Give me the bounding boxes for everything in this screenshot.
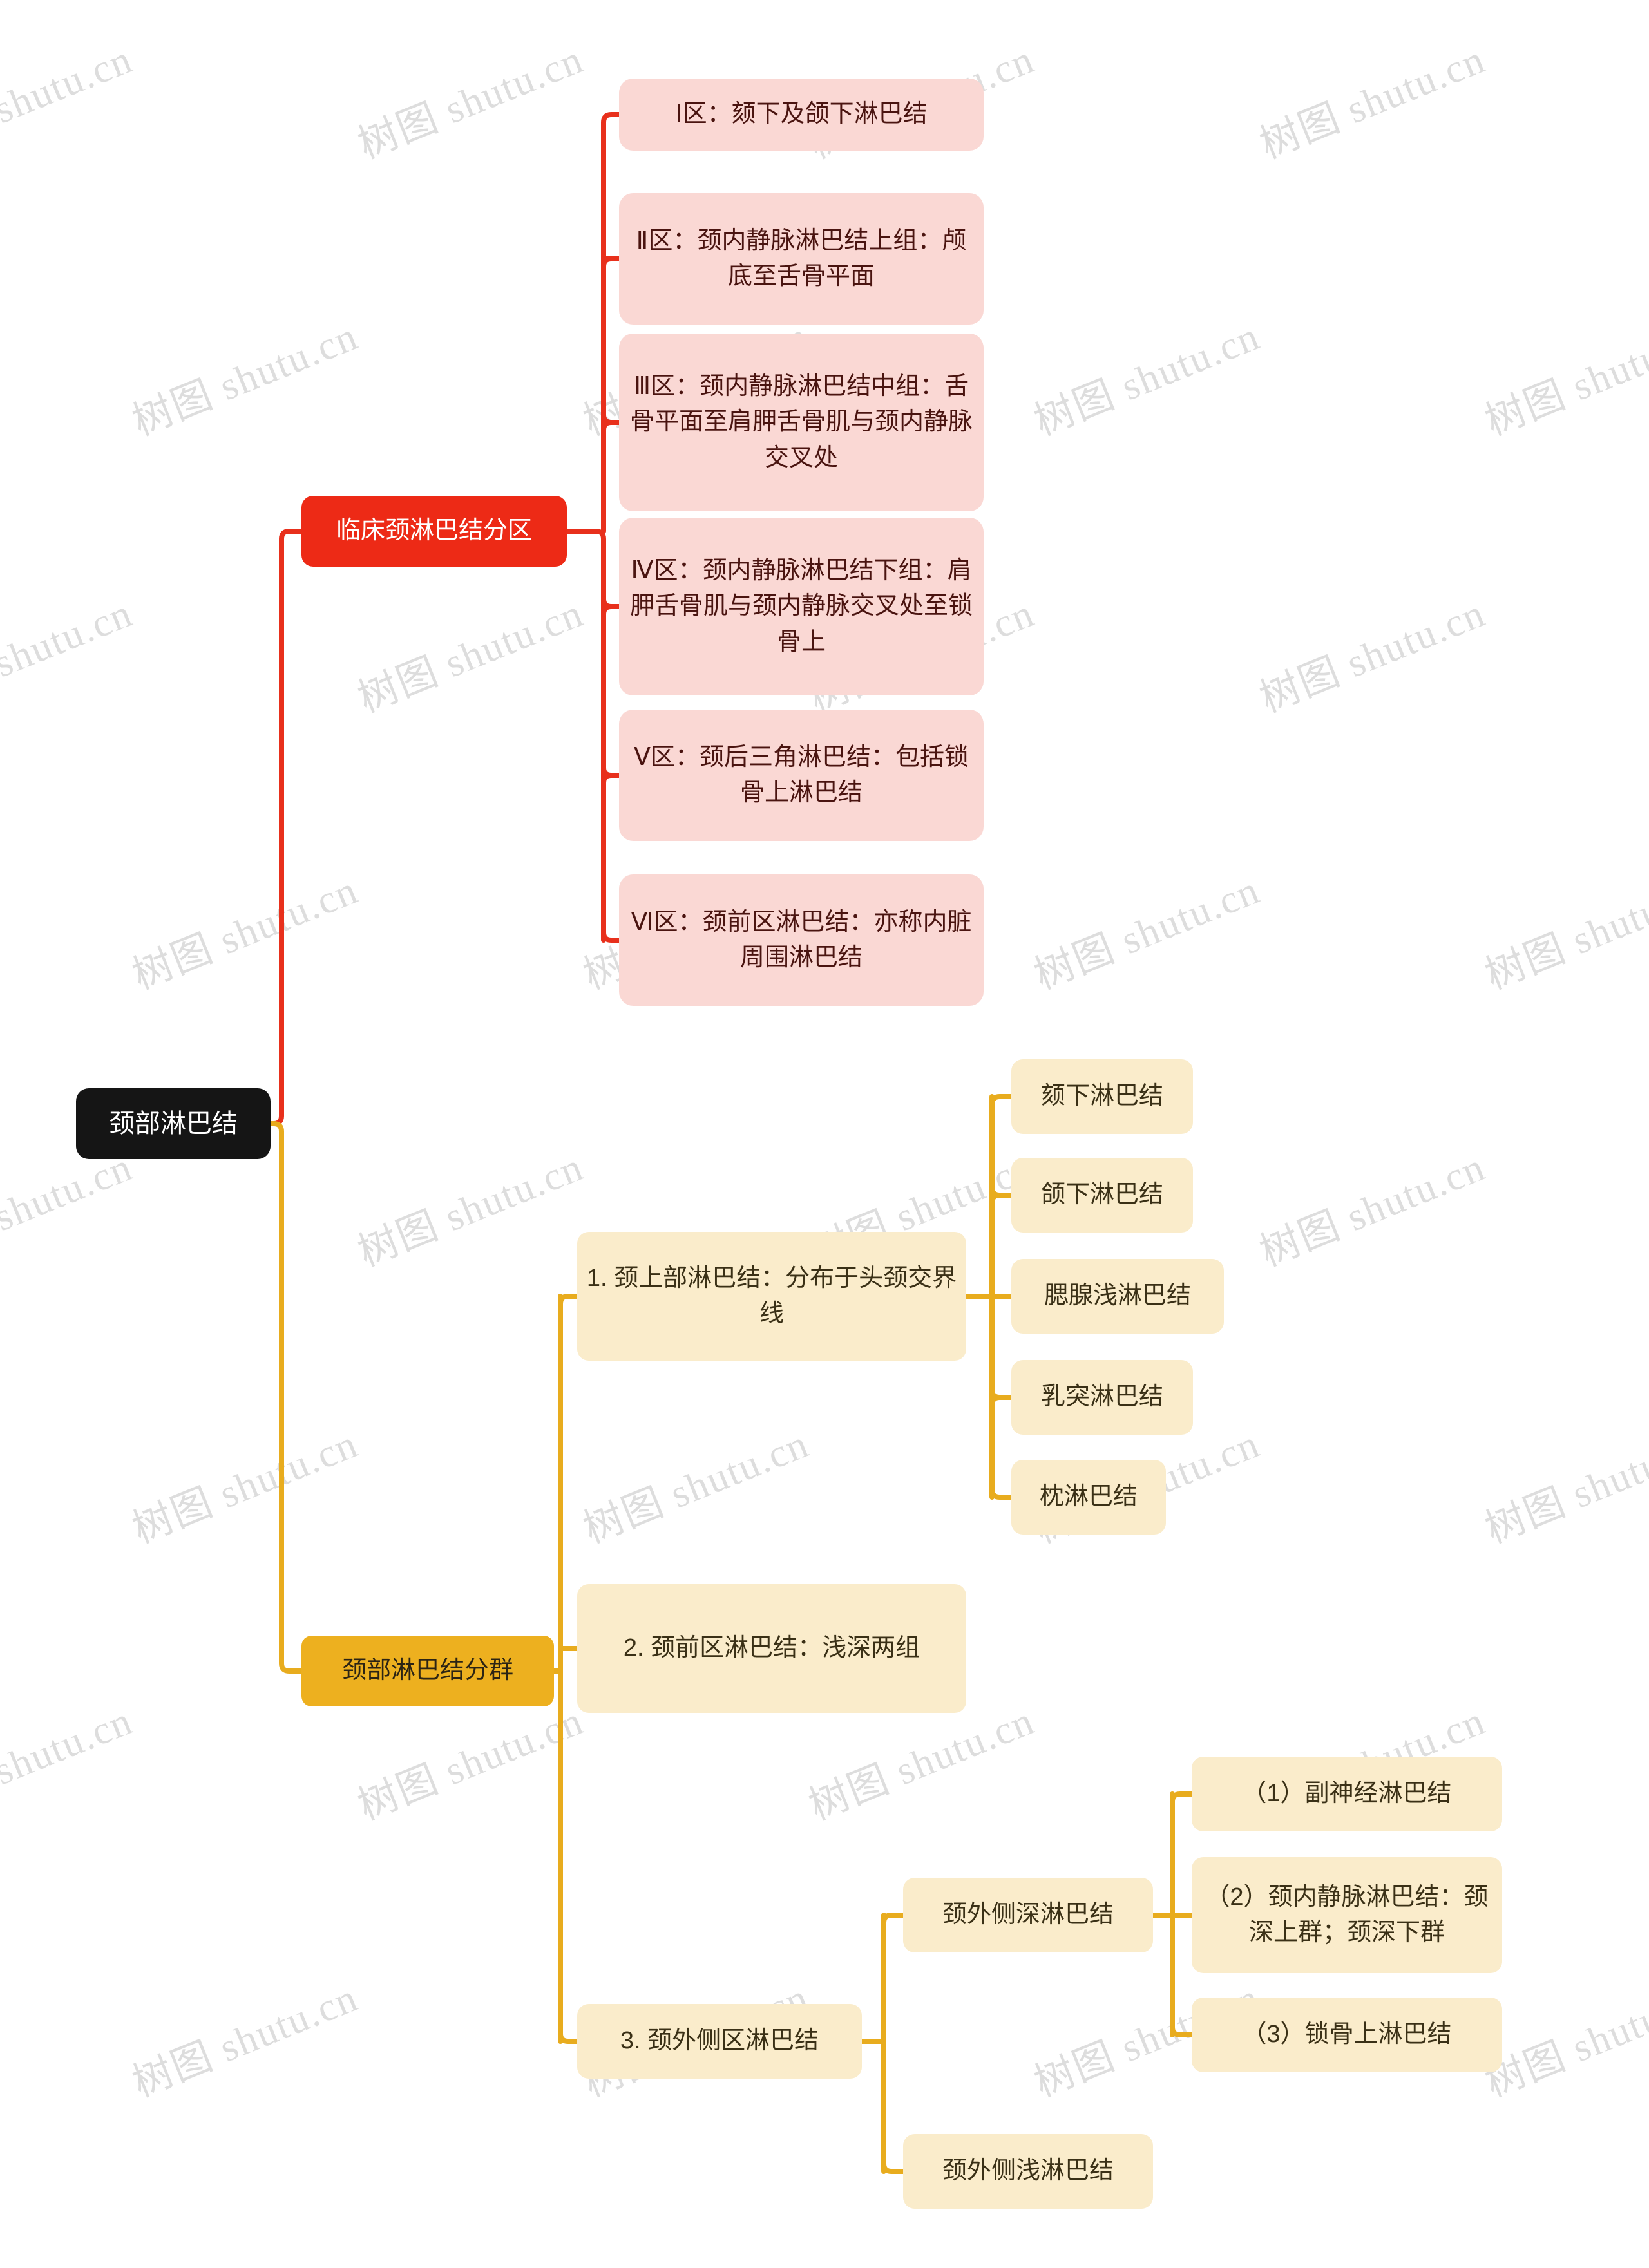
node-branch1-child-4[interactable]: Ⅳ区：颈内静脉淋巴结下组：肩胛舌骨肌与颈内静脉交叉处至锁骨上 xyxy=(619,518,984,695)
node-group1[interactable]: 1. 颈上部淋巴结：分布于头颈交界线 xyxy=(577,1232,966,1361)
node-branch1-child-6-label: Ⅵ区：颈前区淋巴结：亦称内脏周围淋巴结 xyxy=(631,908,972,971)
node-branch2-label: 颈部淋巴结分群 xyxy=(341,1657,513,1685)
node-branch1-child-2-label: Ⅱ区：颈内静脉淋巴结上组：颅底至舌骨平面 xyxy=(636,227,967,290)
node-group1-leaf-3[interactable]: 腮腺浅淋巴结 xyxy=(1011,1259,1224,1334)
node-group1-leaf-3-label: 腮腺浅淋巴结 xyxy=(1044,1282,1191,1310)
node-group1-leaf-1-label: 颏下淋巴结 xyxy=(1040,1082,1163,1110)
node-group3[interactable]: 3. 颈外侧区淋巴结 xyxy=(577,2004,862,2079)
node-branch1-child-5-label: Ⅴ区：颈后三角淋巴结：包括锁骨上淋巴结 xyxy=(634,743,969,806)
node-group1-leaf-1[interactable]: 颏下淋巴结 xyxy=(1011,1059,1193,1134)
node-group2-label: 2. 颈前区淋巴结：浅深两组 xyxy=(623,1634,920,1662)
node-group1-leaf-2[interactable]: 颌下淋巴结 xyxy=(1011,1158,1193,1233)
node-deep-child-1-label: （1）副神经淋巴结 xyxy=(1242,1780,1452,1808)
node-root-label: 颈部淋巴结 xyxy=(109,1110,238,1138)
node-branch1-child-1[interactable]: Ⅰ区：颏下及颌下淋巴结 xyxy=(619,79,984,151)
node-deep-child-2-label: （2）颈内静脉淋巴结：颈深上群；颈深下群 xyxy=(1205,1883,1489,1946)
node-branch1-child-5[interactable]: Ⅴ区：颈后三角淋巴结：包括锁骨上淋巴结 xyxy=(619,710,984,841)
node-group3-shallow[interactable]: 颈外侧浅淋巴结 xyxy=(903,2134,1153,2209)
node-branch1-child-3-label: Ⅲ区：颈内静脉淋巴结中组：舌骨平面至肩胛舌骨肌与颈内静脉交叉处 xyxy=(629,373,973,471)
node-deep-child-3-label: （3）锁骨上淋巴结 xyxy=(1242,2021,1452,2048)
node-deep-child-2[interactable]: （2）颈内静脉淋巴结：颈深上群；颈深下群 xyxy=(1192,1857,1502,1973)
node-group1-leaf-5[interactable]: 枕淋巴结 xyxy=(1011,1460,1166,1535)
node-group2[interactable]: 2. 颈前区淋巴结：浅深两组 xyxy=(577,1584,966,1713)
node-group3-deep[interactable]: 颈外侧深淋巴结 xyxy=(903,1878,1153,1952)
node-branch1-child-3[interactable]: Ⅲ区：颈内静脉淋巴结中组：舌骨平面至肩胛舌骨肌与颈内静脉交叉处 xyxy=(619,334,984,511)
node-group1-leaf-4-label: 乳突淋巴结 xyxy=(1040,1383,1163,1411)
node-group3-deep-label: 颈外侧深淋巴结 xyxy=(942,1901,1114,1929)
node-branch2[interactable]: 颈部淋巴结分群 xyxy=(301,1636,554,1706)
node-group1-leaf-2-label: 颌下淋巴结 xyxy=(1040,1181,1163,1209)
mindmap-canvas: 树图 shutu.cn树图 shutu.cn树图 shutu.cn树图 shut… xyxy=(0,0,1649,2268)
node-branch1-label: 临床颈淋巴结分区 xyxy=(336,517,532,545)
node-deep-child-1[interactable]: （1）副神经淋巴结 xyxy=(1192,1757,1502,1831)
node-branch1-child-6[interactable]: Ⅵ区：颈前区淋巴结：亦称内脏周围淋巴结 xyxy=(619,874,984,1006)
node-branch1-child-1-label: Ⅰ区：颏下及颌下淋巴结 xyxy=(675,100,928,128)
node-branch1-child-4-label: Ⅳ区：颈内静脉淋巴结下组：肩胛舌骨肌与颈内静脉交叉处至锁骨上 xyxy=(629,557,973,656)
node-branch1-child-2[interactable]: Ⅱ区：颈内静脉淋巴结上组：颅底至舌骨平面 xyxy=(619,193,984,325)
node-group1-leaf-4[interactable]: 乳突淋巴结 xyxy=(1011,1360,1193,1435)
node-branch1[interactable]: 临床颈淋巴结分区 xyxy=(301,496,567,567)
node-group3-label: 3. 颈外侧区淋巴结 xyxy=(620,2027,819,2055)
node-group1-label: 1. 颈上部淋巴结：分布于头颈交界线 xyxy=(586,1264,957,1327)
node-group1-leaf-5-label: 枕淋巴结 xyxy=(1039,1483,1138,1511)
node-root[interactable]: 颈部淋巴结 xyxy=(76,1088,271,1159)
node-deep-child-3[interactable]: （3）锁骨上淋巴结 xyxy=(1192,1998,1502,2072)
node-group3-shallow-label: 颈外侧浅淋巴结 xyxy=(942,2157,1114,2185)
